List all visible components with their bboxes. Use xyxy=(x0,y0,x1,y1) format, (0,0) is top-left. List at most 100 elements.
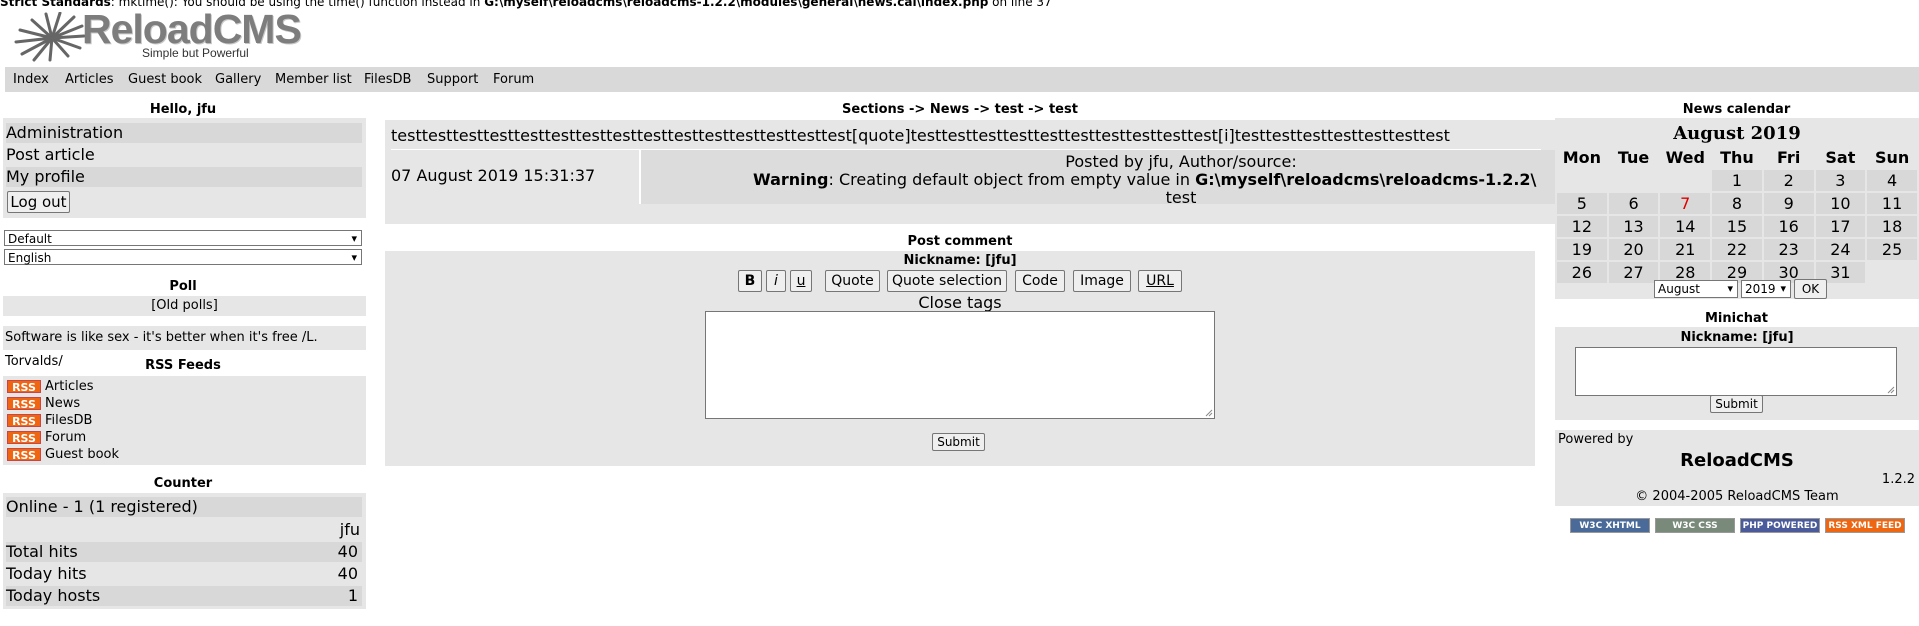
calendar-day[interactable]: 18 xyxy=(1867,216,1917,237)
calendar-day[interactable]: 26 xyxy=(1557,262,1607,283)
menu-articles[interactable]: Articles xyxy=(65,72,113,87)
calendar-day[interactable]: 21 xyxy=(1660,239,1711,260)
calendar-day[interactable]: 9 xyxy=(1763,193,1814,214)
article-block: testtesttesttesttesttesttesttesttesttest… xyxy=(385,120,1555,224)
counter-label: Today hits xyxy=(6,564,87,583)
minichat-submit-button[interactable]: Submit xyxy=(1710,395,1763,413)
powered-name[interactable]: ReloadCMS xyxy=(1555,450,1919,471)
rss-badge[interactable]: RSS XML FEED xyxy=(1825,518,1905,533)
php-icon: PHP xyxy=(1742,521,1764,531)
calendar-day[interactable]: 10 xyxy=(1815,193,1866,214)
menu-forum[interactable]: Forum xyxy=(493,72,534,87)
counter-label: Today hosts xyxy=(6,586,101,605)
calendar-day[interactable]: 22 xyxy=(1712,239,1762,260)
user-block: Administration Post article My profile L… xyxy=(3,118,366,218)
calendar-day[interactable]: 15 xyxy=(1712,216,1762,237)
css-badge[interactable]: W3C CSS xyxy=(1655,518,1735,533)
menu-guest-book[interactable]: Guest book xyxy=(128,72,202,87)
rss-icon: RSS xyxy=(7,380,41,394)
warning-message: Warning: Creating default object from em… xyxy=(753,170,1536,189)
user-block-title: Hello, jfu xyxy=(149,102,217,117)
comment-textarea[interactable] xyxy=(705,311,1215,419)
comment-submit-button[interactable]: Submit xyxy=(932,433,985,451)
rss-item-articles[interactable]: RSS Articles xyxy=(7,378,93,395)
url-button[interactable]: URL xyxy=(1138,270,1182,292)
calendar-day[interactable]: 25 xyxy=(1867,239,1917,260)
calendar-day[interactable]: 3 xyxy=(1815,170,1866,191)
rss-item-label: News xyxy=(45,396,81,411)
image-button[interactable]: Image xyxy=(1073,270,1131,292)
calendar-day[interactable]: 7 xyxy=(1660,193,1711,214)
calendar-day[interactable]: 6 xyxy=(1608,193,1659,214)
article-meta: Posted by jfu, Author/source: Warning: C… xyxy=(641,150,1555,204)
underline-button[interactable]: u xyxy=(790,270,812,292)
counter-value: 40 xyxy=(337,564,358,583)
resize-handle-icon[interactable] xyxy=(1205,409,1213,417)
weekday: Tue xyxy=(1617,148,1650,167)
link-administration[interactable]: Administration xyxy=(6,123,362,143)
calendar-day[interactable]: 4 xyxy=(1867,170,1917,191)
calendar-day[interactable]: 20 xyxy=(1608,239,1659,260)
notice-line: 37 xyxy=(1036,0,1052,9)
rss-item-label: Articles xyxy=(45,379,94,394)
old-polls-link[interactable]: [Old polls] xyxy=(3,296,366,316)
italic-button[interactable]: i xyxy=(766,270,786,292)
main-menu: Index Articles Guest book Gallery Member… xyxy=(5,67,1919,92)
minichat-block: Nickname: [jfu] Submit xyxy=(1555,327,1919,420)
minichat-textarea[interactable] xyxy=(1575,347,1897,396)
validation-badges: W3C XHTML 1.0 W3C CSS PHP POWERED RSS XM… xyxy=(1570,518,1910,546)
notice-suffix: on line xyxy=(988,0,1037,9)
menu-support[interactable]: Support xyxy=(427,72,478,87)
rss-icon: RSS xyxy=(7,414,41,428)
calendar-day[interactable]: 13 xyxy=(1608,216,1659,237)
calendar-day[interactable]: 11 xyxy=(1867,193,1917,214)
year-select[interactable]: 2019 xyxy=(1741,280,1791,298)
link-my-profile[interactable]: My profile xyxy=(6,167,362,187)
calendar-ok-button[interactable]: OK xyxy=(1794,279,1827,299)
calendar-day[interactable]: 19 xyxy=(1557,239,1607,260)
warning-path: G:\myself\reloadcms\reloadcms-1.2.2\ xyxy=(1195,170,1537,189)
rss-item-guest-book[interactable]: RSS Guest book xyxy=(7,446,119,463)
resize-handle-icon[interactable] xyxy=(1887,386,1895,394)
code-button[interactable]: Code xyxy=(1015,270,1065,292)
logout-button[interactable]: Log out xyxy=(7,191,70,213)
rss-icon: RSS xyxy=(7,431,41,445)
site-logo[interactable]: ReloadCMS Simple but Powerful xyxy=(12,6,312,62)
calendar-day[interactable]: 14 xyxy=(1660,216,1711,237)
rss-item-news[interactable]: RSS News xyxy=(7,395,80,412)
rss-item-filesdb[interactable]: RSS FilesDB xyxy=(7,412,92,429)
rss-item-forum[interactable]: RSS Forum xyxy=(7,429,86,446)
warning-label: Warning xyxy=(753,170,829,189)
menu-index[interactable]: Index xyxy=(13,72,49,87)
month-select[interactable]: August xyxy=(1654,280,1738,298)
menu-gallery[interactable]: Gallery xyxy=(215,72,261,87)
calendar-day[interactable]: 27 xyxy=(1608,262,1659,283)
calendar-day[interactable]: 17 xyxy=(1815,216,1866,237)
language-select[interactable]: English xyxy=(4,249,362,266)
calendar-day[interactable]: 5 xyxy=(1557,193,1607,214)
calendar-title: News calendar xyxy=(1682,102,1791,117)
link-post-article[interactable]: Post article xyxy=(6,145,362,165)
menu-member-list[interactable]: Member list xyxy=(275,72,352,87)
counter-row: Today hits 40 xyxy=(6,564,362,584)
article-date: 07 August 2019 15:31:37 xyxy=(391,166,596,185)
calendar-day[interactable]: 24 xyxy=(1815,239,1866,260)
calendar-day[interactable]: 8 xyxy=(1712,193,1762,214)
online-user[interactable]: jfu xyxy=(6,520,362,540)
calendar-week-row: 1234 xyxy=(1557,170,1917,191)
php-badge[interactable]: PHP POWERED xyxy=(1740,518,1820,533)
calendar-day[interactable]: 12 xyxy=(1557,216,1607,237)
rss-title: RSS Feeds xyxy=(145,358,221,373)
calendar-day[interactable]: 23 xyxy=(1763,239,1814,260)
skin-select[interactable]: Default xyxy=(4,230,362,247)
quote-selection-button[interactable]: Quote selection xyxy=(887,270,1007,292)
online-count: Online - 1 (1 registered) xyxy=(6,497,362,517)
calendar-day[interactable]: 1 xyxy=(1712,170,1762,191)
bold-button[interactable]: B xyxy=(738,270,762,292)
calendar-day[interactable]: 2 xyxy=(1763,170,1814,191)
menu-filesdb[interactable]: FilesDB xyxy=(364,72,411,87)
xhtml-badge[interactable]: W3C XHTML 1.0 xyxy=(1570,518,1650,546)
close-tags-link[interactable]: Close tags xyxy=(385,293,1535,312)
calendar-day[interactable]: 16 xyxy=(1763,216,1814,237)
quote-button[interactable]: Quote xyxy=(825,270,880,292)
